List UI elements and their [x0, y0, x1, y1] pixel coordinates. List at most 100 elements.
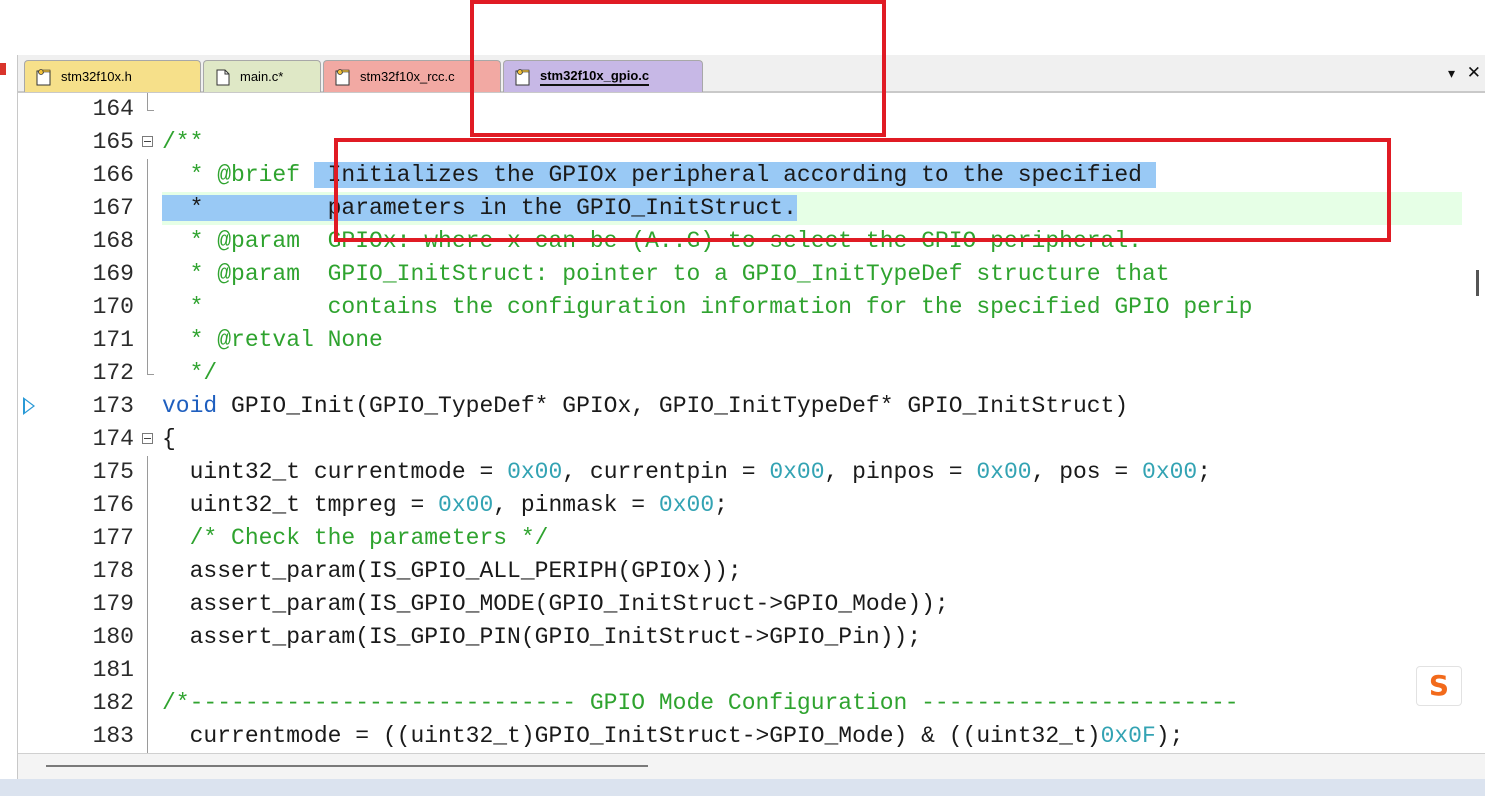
line-number: 165	[92, 129, 134, 155]
tab-main-c[interactable]: main.c*	[203, 60, 321, 92]
left-panel-edge	[0, 55, 18, 796]
line-number: 183	[92, 723, 134, 749]
code-line[interactable]: 167 * parameters in the GPIO_InitStruct.	[18, 192, 1485, 225]
source-file-icon	[515, 68, 530, 85]
code-text: uint32_t currentmode = 0x00, currentpin …	[162, 459, 1212, 485]
code-text: /*---------------------------- GPIO Mode…	[162, 690, 1239, 716]
code-text: */	[162, 360, 218, 386]
fold-guide	[142, 687, 156, 720]
line-number: 179	[92, 591, 134, 617]
fold-guide	[142, 258, 156, 291]
code-line[interactable]: 182 /*---------------------------- GPIO M…	[18, 687, 1485, 720]
code-line[interactable]: 173 void GPIO_Init(GPIO_TypeDef* GPIOx, G…	[18, 390, 1485, 423]
code-text: uint32_t tmpreg = 0x00, pinmask = 0x00;	[162, 492, 728, 518]
code-line[interactable]: 179 assert_param(IS_GPIO_MODE(GPIO_InitS…	[18, 588, 1485, 621]
line-number: 177	[92, 525, 134, 551]
tab-label: stm32f10x_rcc.c	[360, 69, 455, 84]
tab-label: main.c*	[240, 69, 284, 84]
fold-guide	[142, 720, 156, 753]
code-text: * contains the configuration information…	[162, 294, 1253, 320]
fold-guide	[142, 357, 156, 390]
tab-list-dropdown-icon[interactable]: ▾	[1448, 65, 1455, 82]
code-line[interactable]: 170 * contains the configuration informa…	[18, 291, 1485, 324]
code-line[interactable]: 165 /**	[18, 126, 1485, 159]
code-line[interactable]: 172 */	[18, 357, 1485, 390]
code-editor[interactable]: 164 165 /** 166 * @brief Initializes the GP…	[18, 93, 1485, 753]
code-line[interactable]: 164	[18, 93, 1485, 126]
line-number: 172	[92, 360, 134, 386]
code-text: /* Check the parameters */	[189, 525, 549, 551]
horizontal-scrollbar-thumb[interactable]	[46, 765, 648, 767]
horizontal-scrollbar[interactable]	[18, 753, 1485, 779]
line-number: 168	[92, 228, 134, 254]
tab-label: stm32f10x_gpio.c	[540, 68, 650, 86]
code-line[interactable]: 180 assert_param(IS_GPIO_PIN(GPIO_InitSt…	[18, 621, 1485, 654]
header-file-icon	[36, 68, 51, 85]
code-line[interactable]: 174 {	[18, 423, 1485, 456]
line-number: 178	[92, 558, 134, 584]
tab-stm32f10x-h[interactable]: stm32f10x.h	[24, 60, 201, 92]
code-text: currentmode = ((uint32_t)GPIO_InitStruct…	[162, 723, 1184, 749]
fold-guide	[142, 654, 156, 687]
code-line[interactable]: 183 currentmode = ((uint32_t)GPIO_InitSt…	[18, 720, 1485, 753]
fold-guide	[142, 489, 156, 522]
fold-guide	[142, 522, 156, 555]
code-line[interactable]: 177 /* Check the parameters */	[18, 522, 1485, 555]
code-text: * @param GPIOx: where x can be (A..G) to…	[162, 228, 1142, 254]
code-line[interactable]: 175 uint32_t currentmode = 0x00, current…	[18, 456, 1485, 489]
fold-toggle-icon[interactable]	[142, 126, 156, 159]
fold-guide	[142, 225, 156, 258]
code-text: assert_param(IS_GPIO_MODE(GPIO_InitStruc…	[162, 591, 949, 617]
status-bar	[0, 779, 1485, 796]
left-panel-marker	[0, 63, 6, 75]
code-text: {	[162, 426, 176, 452]
fold-guide	[142, 456, 156, 489]
fold-guide	[142, 324, 156, 357]
fold-guide	[142, 291, 156, 324]
fold-guide	[142, 621, 156, 654]
code-text: * parameters in the GPIO_InitStruct.	[162, 195, 797, 221]
line-number: 182	[92, 690, 134, 716]
line-number: 171	[92, 327, 134, 353]
code-line[interactable]: 171 * @retval None	[18, 324, 1485, 357]
code-line[interactable]: 176 uint32_t tmpreg = 0x00, pinmask = 0x…	[18, 489, 1485, 522]
code-line[interactable]: 166 * @brief Initializes the GPIOx perip…	[18, 159, 1485, 192]
tab-stm32f10x-gpio-c[interactable]: stm32f10x_gpio.c	[503, 60, 703, 92]
line-number: 166	[92, 162, 134, 188]
code-line[interactable]: 181	[18, 654, 1485, 687]
source-file-icon	[216, 69, 230, 85]
source-file-icon	[335, 68, 350, 85]
code-text: assert_param(IS_GPIO_PIN(GPIO_InitStruct…	[162, 624, 922, 650]
code-line[interactable]: 169 * @param GPIO_InitStruct: pointer to…	[18, 258, 1485, 291]
fold-toggle-icon[interactable]	[142, 423, 156, 456]
fold-guide	[142, 159, 156, 192]
close-tab-icon[interactable]: ✕	[1467, 63, 1481, 83]
code-text: * @retval None	[162, 327, 383, 353]
line-number: 173	[92, 393, 134, 419]
editor-tab-bar: stm32f10x.h main.c* stm32f10x_rcc.c stm3…	[18, 55, 1485, 93]
line-number: 167	[92, 195, 134, 221]
code-text: void GPIO_Init(GPIO_TypeDef* GPIOx, GPIO…	[162, 393, 1129, 419]
code-text: /**	[162, 129, 204, 155]
fold-guide	[142, 555, 156, 588]
line-number: 164	[92, 96, 134, 122]
line-number: 174	[92, 426, 134, 452]
line-number: 176	[92, 492, 134, 518]
top-blank-area	[0, 0, 1485, 55]
vertical-scrollbar-thumb[interactable]	[1476, 270, 1479, 296]
code-line[interactable]: 168 * @param GPIOx: where x can be (A..G…	[18, 225, 1485, 258]
line-number: 181	[92, 657, 134, 683]
code-text: assert_param(IS_GPIO_ALL_PERIPH(GPIOx));	[162, 558, 742, 584]
fold-guide	[142, 588, 156, 621]
fold-guide	[142, 93, 156, 126]
code-text: * @param GPIO_InitStruct: pointer to a G…	[162, 261, 1170, 287]
line-number: 169	[92, 261, 134, 287]
tab-label: stm32f10x.h	[61, 69, 132, 84]
tab-stm32f10x-rcc-c[interactable]: stm32f10x_rcc.c	[323, 60, 501, 92]
line-number: 170	[92, 294, 134, 320]
line-number: 180	[92, 624, 134, 650]
code-text: * @brief Initializes the GPIOx periphera…	[162, 162, 1156, 188]
code-line[interactable]: 178 assert_param(IS_GPIO_ALL_PERIPH(GPIO…	[18, 555, 1485, 588]
fold-guide	[142, 192, 156, 225]
ime-status-badge[interactable]: S	[1416, 666, 1462, 706]
